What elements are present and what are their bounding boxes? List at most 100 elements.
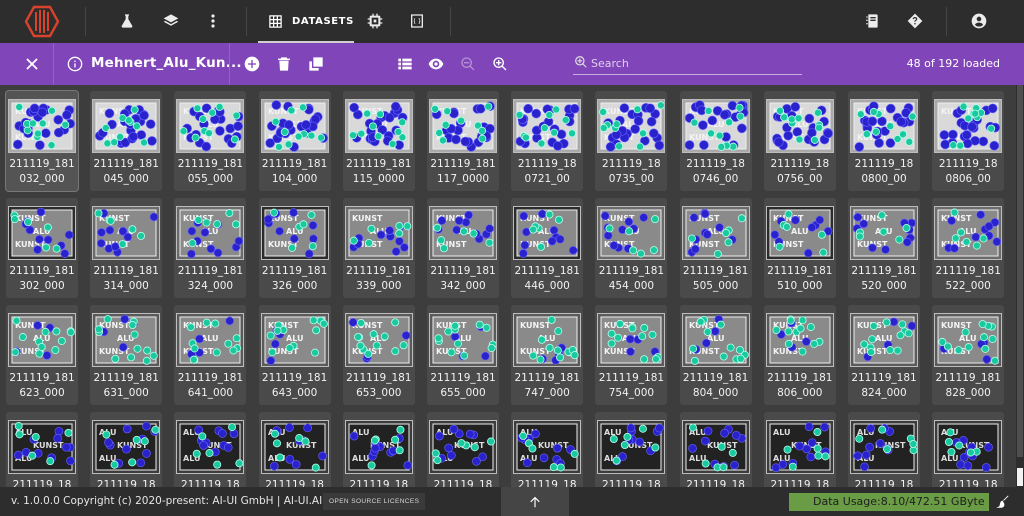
image-card[interactable]: KUNSTALUKUNST 211119_181 522_000 [932, 198, 1005, 298]
image-card[interactable]: KUNSTALUKUNST 211119_18 0756_00 [763, 91, 836, 191]
image-thumbnail[interactable]: ALUKUNSTALU [597, 420, 666, 474]
image-thumbnail[interactable]: KUNSTALUKUNST [597, 206, 666, 260]
image-thumbnail[interactable]: KUNSTALUKUNST [850, 313, 918, 367]
image-card[interactable]: KUNST ALU KUNST 211119_181 326_000 [258, 198, 331, 298]
tab-models[interactable] [361, 7, 389, 35]
image-thumbnail[interactable]: KUNSTALUKUNST [681, 99, 750, 153]
image-thumbnail[interactable]: KUNSTALUKUNST [934, 99, 1003, 153]
layers-button[interactable] [157, 7, 185, 35]
delete-button[interactable] [273, 53, 295, 75]
image-card[interactable]: ALUKUNSTALU 211119_18 [342, 412, 415, 487]
image-thumbnail[interactable]: ALUKUNSTALU [260, 420, 329, 474]
search-field[interactable] [573, 52, 802, 75]
image-thumbnail[interactable]: KUNSTALUKUNST [597, 99, 666, 153]
image-card[interactable]: ALUKUNSTALU 211119_18 [848, 412, 920, 487]
image-card[interactable]: KUNSTALUKUNST 211119_181 806_000 [763, 305, 836, 405]
image-thumbnail[interactable]: KUNSTALUKUNST [765, 206, 834, 260]
image-thumbnail[interactable]: KUNSTALUKUNST [429, 206, 497, 260]
image-thumbnail[interactable]: KUNSTALUKUNST [850, 99, 918, 153]
image-thumbnail[interactable]: KUNSTALUKUNST [92, 99, 161, 153]
toggle-annotations-button[interactable] [425, 53, 447, 75]
image-card[interactable]: ALUKUNSTALU 211119_18 [427, 412, 499, 487]
scrollbar-thumb[interactable] [1017, 85, 1023, 457]
image-thumbnail[interactable]: KUNSTALUKUNST [765, 99, 834, 153]
image-thumbnail[interactable]: KUNSTALUKUNST [8, 206, 76, 260]
image-thumbnail[interactable]: KUNSTALUKUNST [260, 99, 329, 153]
image-card[interactable]: KUNSTALUKUNST 211119_181 314_000 [90, 198, 163, 298]
image-card[interactable]: KUNST ALU KUNST 211119_181 446_000 [511, 198, 584, 298]
more-menu-button[interactable] [199, 7, 227, 35]
image-card[interactable]: ALUKUNSTALU 211119_18 [6, 412, 78, 487]
image-thumbnail[interactable]: ALUKUNSTALU [765, 420, 834, 474]
image-thumbnail[interactable]: KUNSTALUKUNST [92, 206, 161, 260]
image-card[interactable]: KUNSTALUKUNST 211119_181 324_000 [174, 198, 247, 298]
image-thumbnail[interactable]: KUNSTALUKUNST [176, 99, 245, 153]
image-card[interactable]: KUNSTALUKUNST 211119_18 0806_00 [932, 91, 1005, 191]
zoom-out-button[interactable] [457, 53, 479, 75]
image-card[interactable]: ALUKUNSTALU 211119_18 [174, 412, 247, 487]
experiments-button[interactable] [113, 7, 141, 35]
image-thumbnail[interactable]: KUNSTALUKUNST [934, 206, 1003, 260]
image-thumbnail[interactable]: KUNSTALUKUNST [344, 313, 413, 367]
dataset-info-button[interactable] [64, 53, 86, 75]
image-card[interactable]: KUNSTALUKUNST 211119_181 828_000 [932, 305, 1005, 405]
image-thumbnail[interactable]: KUNSTALUKUNST [8, 99, 76, 153]
image-card[interactable]: KUNST ALU KUNST 211119_181 804_000 [679, 305, 752, 405]
scrollbar[interactable] [1016, 85, 1024, 487]
image-card[interactable]: KUNSTALUKUNST 211119_181 055_000 [174, 91, 247, 191]
image-card[interactable]: KUNST ALU KUNST 211119_181 623_000 [6, 305, 78, 405]
image-card[interactable]: KUNST ALU KUNST 211119_181 510_000 [763, 198, 836, 298]
image-card[interactable]: ALUKUNSTALU 211119_18 [595, 412, 668, 487]
image-thumbnail[interactable]: ALUKUNSTALU [850, 420, 918, 474]
image-card[interactable]: KUNSTALUKUNST 211119_181 045_000 [90, 91, 163, 191]
image-card[interactable]: KUNSTALUKUNST 211119_181 032_000 [6, 91, 78, 191]
image-thumbnail[interactable]: KUNSTALUKUNST [8, 313, 76, 367]
image-thumbnail[interactable]: KUNSTALUKUNST [344, 206, 413, 260]
image-card[interactable]: KUNSTALUKUNST 211119_181 342_000 [427, 198, 499, 298]
image-card[interactable]: ALUKUNSTALU 211119_18 [90, 412, 163, 487]
image-thumbnail[interactable]: KUNSTALUKUNST [850, 206, 918, 260]
image-card[interactable]: KUNSTALUKUNST 211119_181 520_000 [848, 198, 920, 298]
list-view-button[interactable] [394, 53, 416, 75]
image-card[interactable]: KUNSTALUKUNST 211119_181 104_000 [258, 91, 331, 191]
scroll-to-top-button[interactable] [501, 487, 569, 516]
image-card[interactable]: KUNST ALU KUNST 211119_181 505_000 [679, 198, 752, 298]
help-button[interactable] [901, 7, 929, 35]
image-thumbnail[interactable]: KUNSTALUKUNST [176, 206, 245, 260]
image-card[interactable]: ALUKUNSTALU 211119_18 [932, 412, 1005, 487]
image-thumbnail[interactable]: ALUKUNSTALU [934, 420, 1003, 474]
close-dataset-button[interactable] [21, 53, 43, 75]
scrollbar-handle[interactable] [1017, 468, 1023, 486]
image-card[interactable]: ALUKUNSTALU 211119_18 [258, 412, 331, 487]
image-thumbnail[interactable]: KUNSTALUKUNST [597, 313, 666, 367]
search-input[interactable] [591, 53, 796, 73]
tab-datasets[interactable]: DATASETS [258, 0, 354, 43]
image-card[interactable]: ALUKUNSTALU 211119_18 [511, 412, 584, 487]
image-card[interactable]: KUNST ALU KUNST 211119_181 747_000 [511, 305, 584, 405]
tab-code[interactable] [403, 7, 431, 35]
account-button[interactable] [965, 7, 993, 35]
image-card[interactable]: KUNSTALUKUNST 211119_181 454_000 [595, 198, 668, 298]
add-images-button[interactable] [241, 53, 263, 75]
image-card[interactable]: KUNSTALUKUNST 211119_181 117_0000 [427, 91, 499, 191]
image-thumbnail[interactable]: ALUKUNSTALU [344, 420, 413, 474]
image-card[interactable]: KUNSTALUKUNST 211119_181 754_000 [595, 305, 668, 405]
image-card[interactable]: KUNST ALU KUNST 211119_181 643_000 [258, 305, 331, 405]
image-thumbnail[interactable]: KUNSTALUKUNST [513, 206, 582, 260]
image-thumbnail[interactable]: KUNSTALUKUNST [260, 206, 329, 260]
image-card[interactable]: ALUKUNSTALU 211119_18 [763, 412, 836, 487]
image-card[interactable]: KUNSTALUKUNST 211119_181 339_000 [342, 198, 415, 298]
image-thumbnail[interactable]: KUNSTALUKUNST [934, 313, 1003, 367]
image-card[interactable]: KUNSTALUKUNST 211119_181 641_000 [174, 305, 247, 405]
image-thumbnail[interactable]: KUNSTALUKUNST [176, 313, 245, 367]
image-thumbnail[interactable]: ALUKUNSTALU [681, 420, 750, 474]
image-card[interactable]: KUNST ALU KUNST 211119_181 631_000 [90, 305, 163, 405]
image-thumbnail[interactable]: KUNSTALUKUNST [260, 313, 329, 367]
image-thumbnail[interactable]: ALUKUNSTALU [8, 420, 76, 474]
image-thumbnail[interactable]: KUNSTALUKUNST [765, 313, 834, 367]
clear-cache-button[interactable] [992, 491, 1012, 511]
image-thumbnail[interactable]: KUNSTALUKUNST [681, 313, 750, 367]
image-thumbnail[interactable]: KUNSTALUKUNST [429, 99, 497, 153]
image-card[interactable]: KUNSTALUKUNST 211119_181 302_000 [6, 198, 78, 298]
image-card[interactable]: KUNSTALUKUNST 211119_181 653_000 [342, 305, 415, 405]
